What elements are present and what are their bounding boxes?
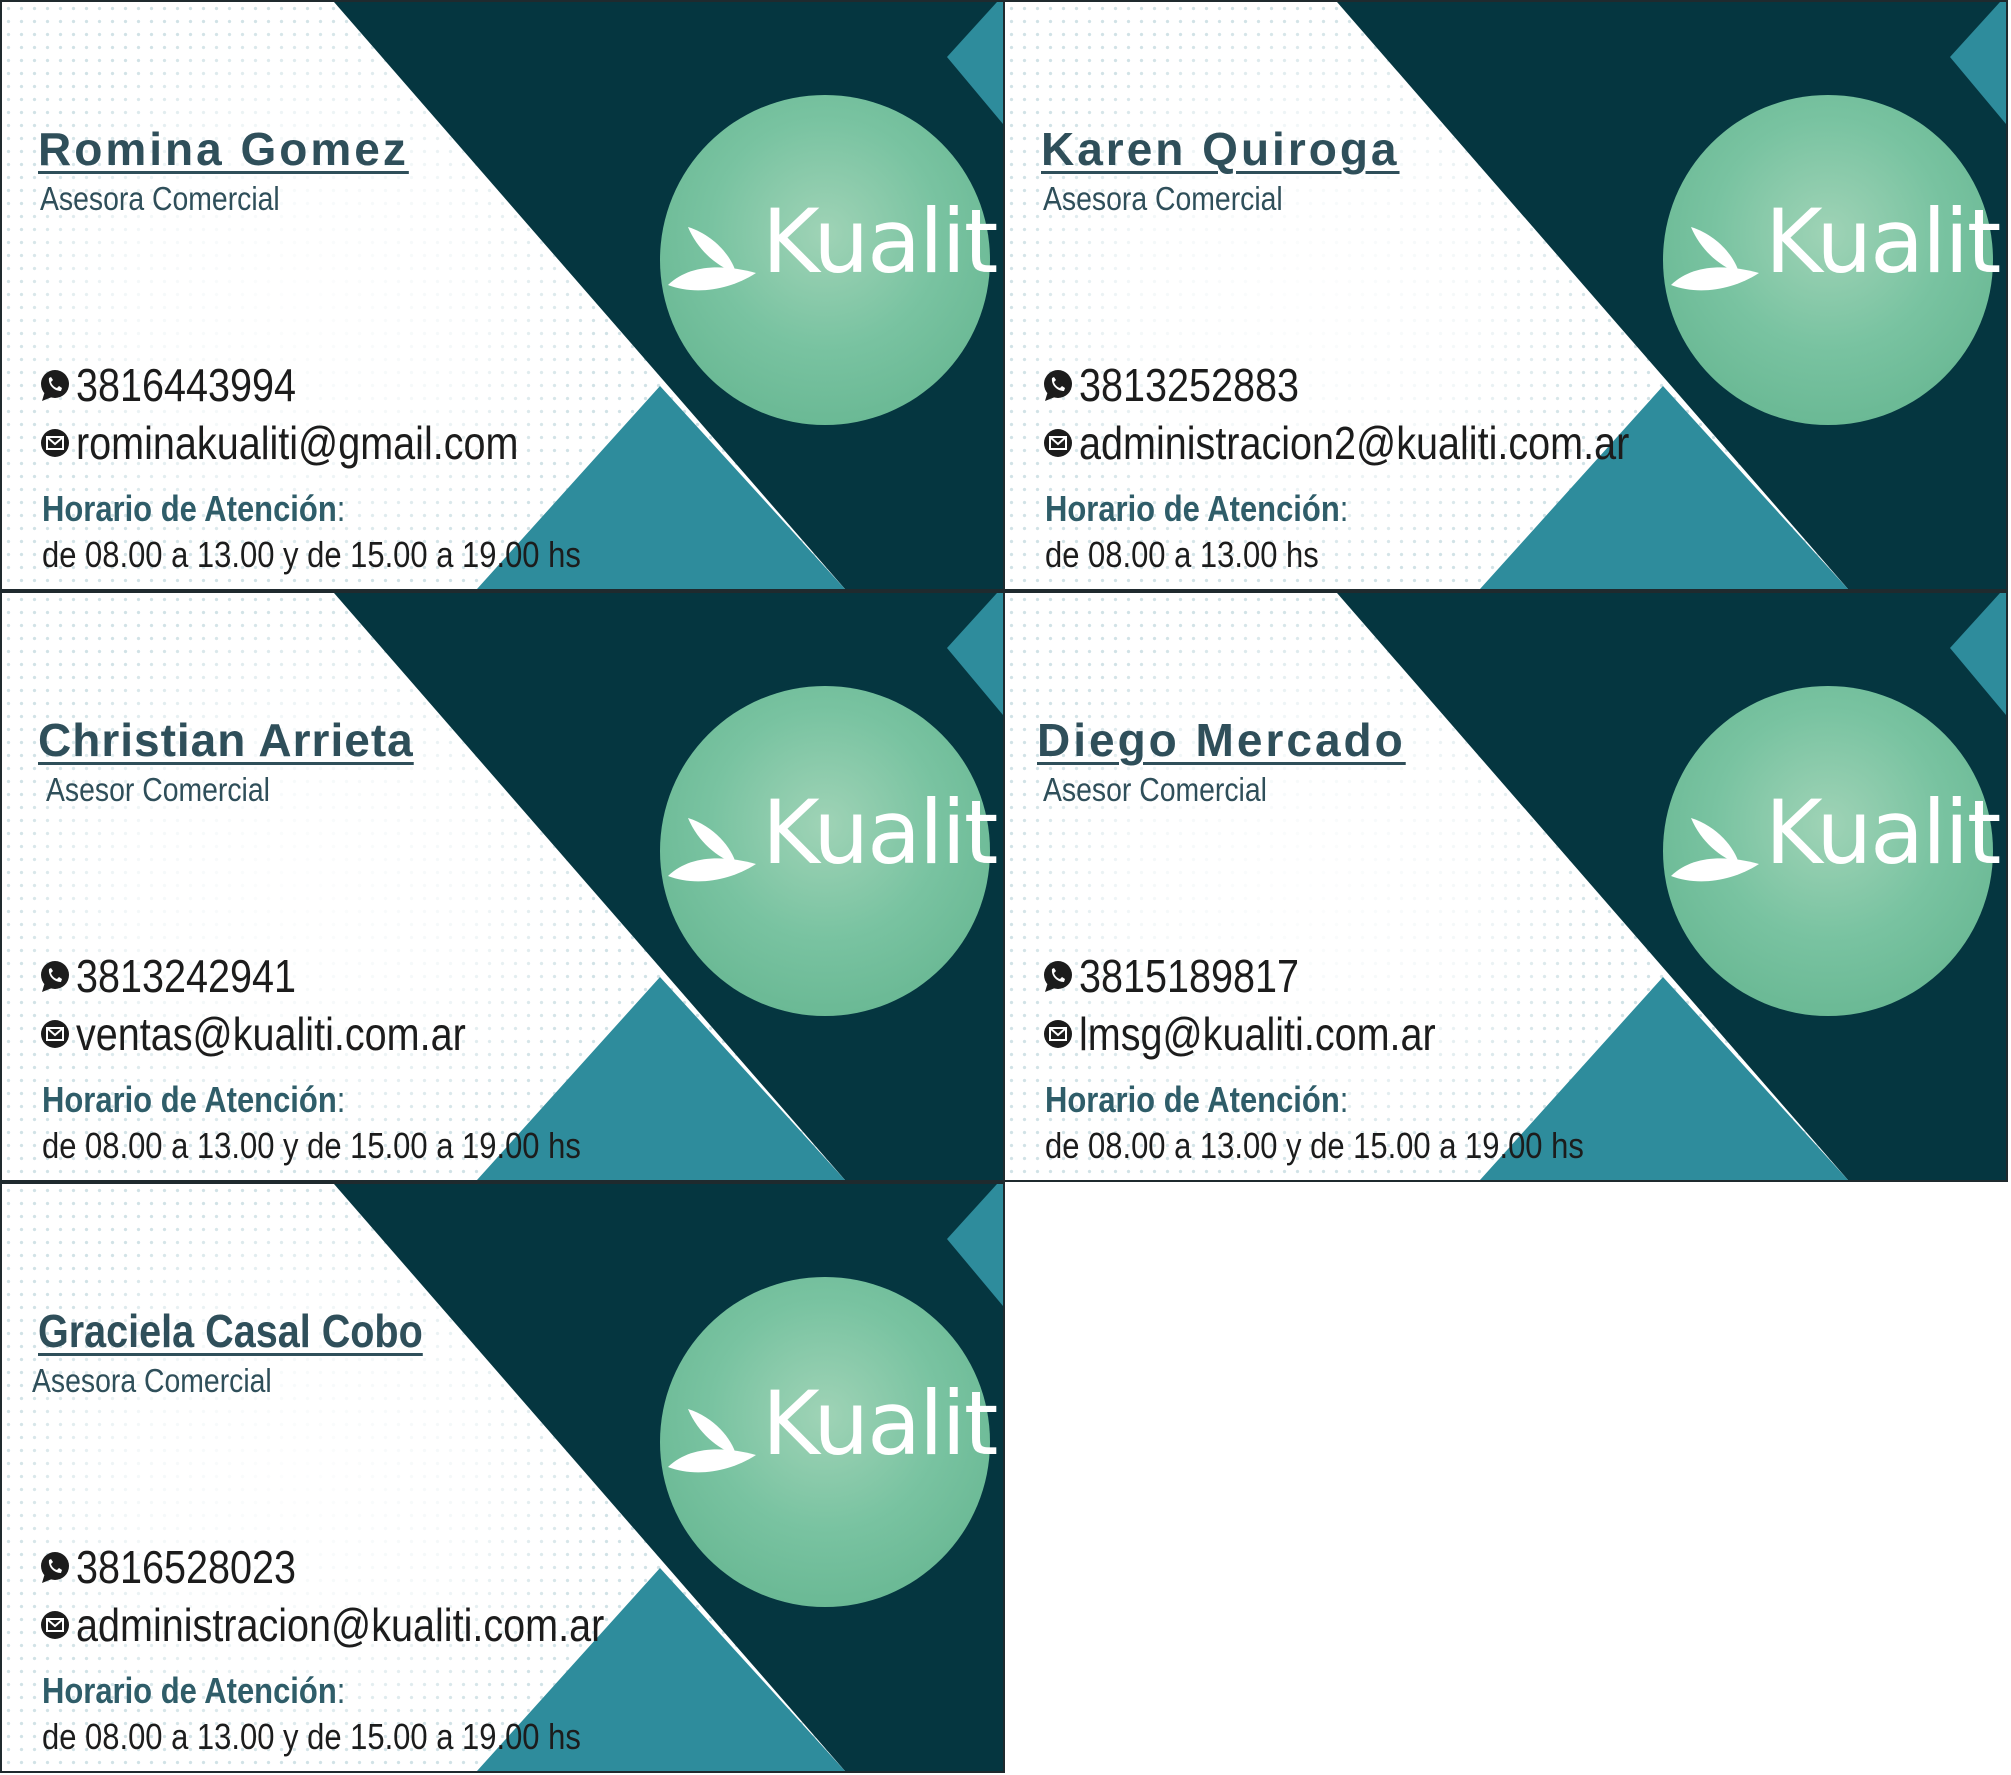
job-title: Asesora Comercial [40,180,280,217]
person-name: Romina Gomez [38,123,409,175]
phone-row: 3815189817 [1041,949,1335,1003]
hours-value: de 08.00 a 13.00 y de 15.00 a 19.00 hs [42,534,581,575]
phone-number[interactable]: 3813242941 [76,949,296,1003]
logo-wordmark: Kualiti [762,781,1005,884]
phone-row: 3813242941 [38,949,332,1003]
email-row: lmsg@kualiti.com.ar [1041,1007,1494,1061]
leaf-icon [668,1409,756,1473]
leaf-icon [668,227,756,291]
person-name: Christian Arrieta [38,714,414,766]
person-name: Graciela Casal Cobo [38,1305,423,1357]
email-address[interactable]: ventas@kualiti.com.ar [76,1007,466,1061]
leaf-icon [1671,227,1759,291]
business-card: Kualiti Graciela Casal Cobo Asesora Come… [0,1182,1005,1773]
email-row: rominakualiti@gmail.com [38,416,591,470]
phone-number[interactable]: 3815189817 [1079,949,1299,1003]
logo-wordmark: Kualiti [1765,781,2008,884]
email-address[interactable]: administracion2@kualiti.com.ar [1079,416,1629,470]
email-row: ventas@kualiti.com.ar [38,1007,529,1061]
email-row: administracion2@kualiti.com.ar [1041,416,1719,470]
job-title: Asesora Comercial [1043,180,1283,217]
whatsapp-icon [41,1552,69,1583]
hours-label: Horario de Atención: [1045,1079,1349,1120]
logo-wordmark: Kualiti [1765,190,2008,293]
hours-label: Horario de Atención: [42,1670,346,1711]
email-address[interactable]: rominakualiti@gmail.com [76,416,518,470]
phone-number[interactable]: 3816528023 [76,1540,296,1594]
business-card-sheet: Kualiti Romina Gomez Asesora Comercial 3… [0,0,2011,1775]
hours-label: Horario de Atención: [1045,488,1349,529]
hours-value: de 08.00 a 13.00 y de 15.00 a 19.00 hs [1045,1125,1584,1166]
email-address[interactable]: lmsg@kualiti.com.ar [1079,1007,1436,1061]
email-row: administracion@kualiti.com.ar [38,1598,690,1652]
hours-label: Horario de Atención: [42,488,346,529]
logo-wordmark: Kualiti [762,1372,1005,1475]
phone-row: 3816528023 [38,1540,332,1594]
whatsapp-icon [1044,961,1072,992]
phone-row: 3813252883 [1041,358,1335,412]
hours-value: de 08.00 a 13.00 hs [1045,534,1319,575]
job-title: Asesor Comercial [46,771,270,808]
job-title: Asesor Comercial [1043,771,1267,808]
email-icon [41,1611,69,1639]
person-name: Karen Quiroga [1041,123,1400,175]
email-address[interactable]: administracion@kualiti.com.ar [76,1598,604,1652]
email-icon [1044,1020,1072,1048]
leaf-icon [668,818,756,882]
logo-wordmark: Kualiti [762,190,1005,293]
business-card: Kualiti Christian Arrieta Asesor Comerci… [0,591,1005,1182]
whatsapp-icon [41,961,69,992]
leaf-icon [1671,818,1759,882]
business-card: Kualiti Diego Mercado Asesor Comercial 3… [1003,591,2008,1182]
phone-number[interactable]: 3816443994 [76,358,296,412]
email-icon [41,1020,69,1048]
person-name: Diego Mercado [1037,714,1406,766]
phone-number[interactable]: 3813252883 [1079,358,1299,412]
business-card: Kualiti Karen Quiroga Asesora Comercial … [1003,0,2008,591]
hours-value: de 08.00 a 13.00 y de 15.00 a 19.00 hs [42,1125,581,1166]
hours-value: de 08.00 a 13.00 y de 15.00 a 19.00 hs [42,1716,581,1757]
job-title: Asesora Comercial [32,1362,272,1399]
business-card: Kualiti Romina Gomez Asesora Comercial 3… [0,0,1005,591]
email-icon [41,429,69,457]
email-icon [1044,429,1072,457]
phone-row: 3816443994 [38,358,332,412]
whatsapp-icon [41,370,69,401]
whatsapp-icon [1044,370,1072,401]
hours-label: Horario de Atención: [42,1079,346,1120]
